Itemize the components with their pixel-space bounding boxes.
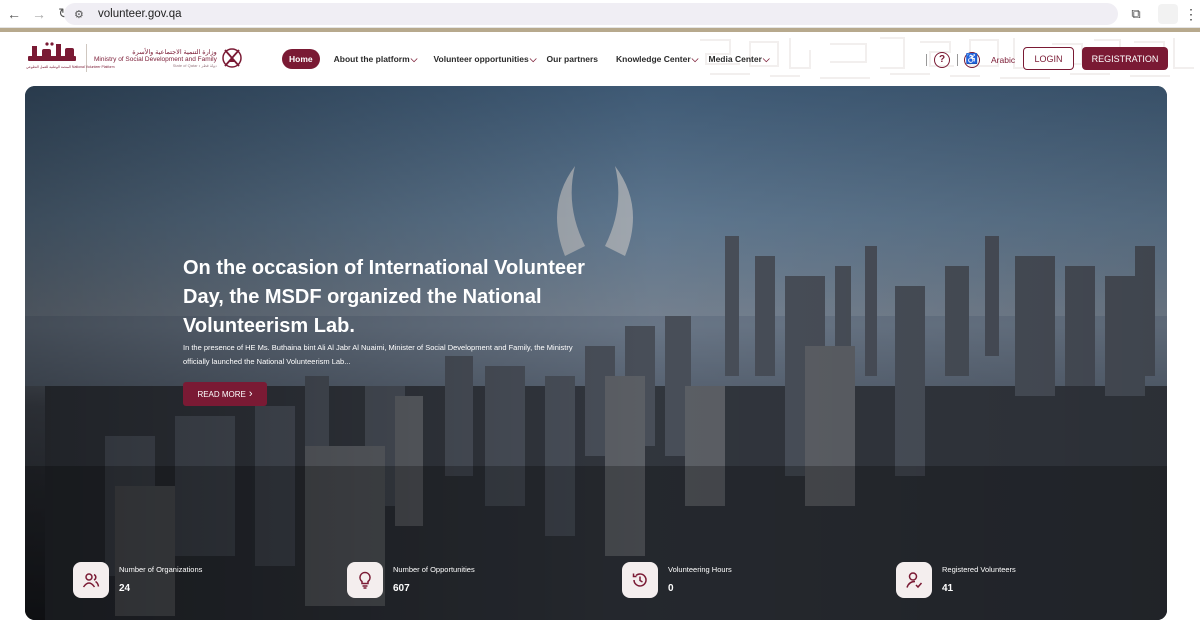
extensions-icon[interactable]: ⧉ <box>1125 3 1147 25</box>
main-navigation: Home About the platform ⌵ Volunteer oppor… <box>282 48 786 70</box>
nav-about-platform-label: About the platform <box>333 54 410 64</box>
hero-banner: On the occasion of International Volunte… <box>25 86 1167 620</box>
ministry-name-english: Ministry of Social Development and Famil… <box>94 56 217 63</box>
stat-value: 0 <box>668 583 674 594</box>
address-bar[interactable]: ⚙ volunteer.gov.qa <box>64 3 1118 25</box>
hero-headline: On the occasion of International Volunte… <box>183 257 585 337</box>
brand-logos[interactable]: المنصة الوطنية للعمل التطوعي National Vo… <box>26 42 243 74</box>
help-icon[interactable]: ? <box>934 52 950 68</box>
stat-opportunities: Number of Opportunities 607 <box>347 562 475 598</box>
nav-media-center[interactable]: Media Center ⌵ <box>709 54 770 65</box>
user-check-icon <box>896 562 932 598</box>
ministry-name-arabic: وزارة التنمية الاجتماعية والأسرة <box>132 49 217 56</box>
stat-value: 607 <box>393 583 410 594</box>
stat-volunteering-hours: Volunteering Hours 0 <box>622 562 732 598</box>
chevron-down-icon: ⌵ <box>762 53 770 64</box>
site-header: المنصة الوطنية للعمل التطوعي National Vo… <box>0 32 1200 88</box>
users-icon <box>73 562 109 598</box>
qatar-emblem-icon <box>222 48 242 68</box>
header-divider <box>957 54 958 66</box>
stat-value: 41 <box>942 583 954 594</box>
registration-button[interactable]: REGISTRATION <box>1082 47 1168 70</box>
nav-home[interactable]: Home <box>282 49 320 69</box>
browser-menu-icon[interactable]: ⋮ <box>1184 5 1198 23</box>
platform-logo-subtitle: المنصة الوطنية للعمل التطوعي National Vo… <box>26 65 115 69</box>
nav-media-center-label: Media Center <box>708 54 762 64</box>
stat-label: Number of Organizations <box>119 565 203 574</box>
accessibility-icon[interactable]: ♿ <box>964 52 980 68</box>
read-more-button[interactable]: READ MORE › <box>183 382 267 406</box>
stat-organizations: Number of Organizations 24 <box>73 562 202 598</box>
profile-avatar[interactable] <box>1158 4 1178 24</box>
stat-label: Number of Opportunities <box>393 565 475 574</box>
nav-knowledge-center[interactable]: Knowledge Center ⌵ <box>616 54 698 65</box>
history-icon <box>622 562 658 598</box>
login-button[interactable]: LOGIN <box>1023 47 1074 70</box>
read-more-label: READ MORE <box>197 389 246 399</box>
tatawa-logo-icon <box>28 42 76 61</box>
chevron-down-icon: ⌵ <box>529 53 537 64</box>
nav-our-partners[interactable]: Our partners <box>547 54 599 64</box>
nav-volunteer-opportunities[interactable]: Volunteer opportunities ⌵ <box>433 54 536 65</box>
chevron-down-icon: ⌵ <box>410 53 418 64</box>
stat-registered-volunteers: Registered Volunteers 41 <box>896 562 1016 598</box>
nav-home-label: Home <box>289 54 313 64</box>
header-divider <box>926 54 927 66</box>
hero-description: In the presence of HE Ms. Buthaina bint … <box>183 343 573 366</box>
lightbulb-icon <box>347 562 383 598</box>
nav-volunteer-opportunities-label: Volunteer opportunities <box>433 54 529 64</box>
forward-icon[interactable]: → <box>28 3 50 25</box>
site-info-icon[interactable]: ⚙ <box>74 8 88 21</box>
stat-label: Registered Volunteers <box>942 565 1016 574</box>
stat-label: Volunteering Hours <box>668 565 732 574</box>
stat-value: 24 <box>119 583 131 594</box>
chevron-right-icon: › <box>248 388 253 400</box>
nav-about-platform[interactable]: About the platform ⌵ <box>334 54 418 65</box>
url-text: volunteer.gov.qa <box>98 8 182 20</box>
nav-knowledge-center-label: Knowledge Center <box>616 54 691 64</box>
browser-toolbar: ← → ↻ ⚙ volunteer.gov.qa ⧉ ⋮ <box>0 0 1200 28</box>
back-icon[interactable]: ← <box>3 3 25 25</box>
nav-our-partners-label: Our partners <box>546 54 599 64</box>
platform-logo[interactable]: المنصة الوطنية للعمل التطوعي National Vo… <box>26 42 115 74</box>
language-switch[interactable]: Arabic <box>991 55 1015 65</box>
chevron-down-icon: ⌵ <box>691 53 699 64</box>
